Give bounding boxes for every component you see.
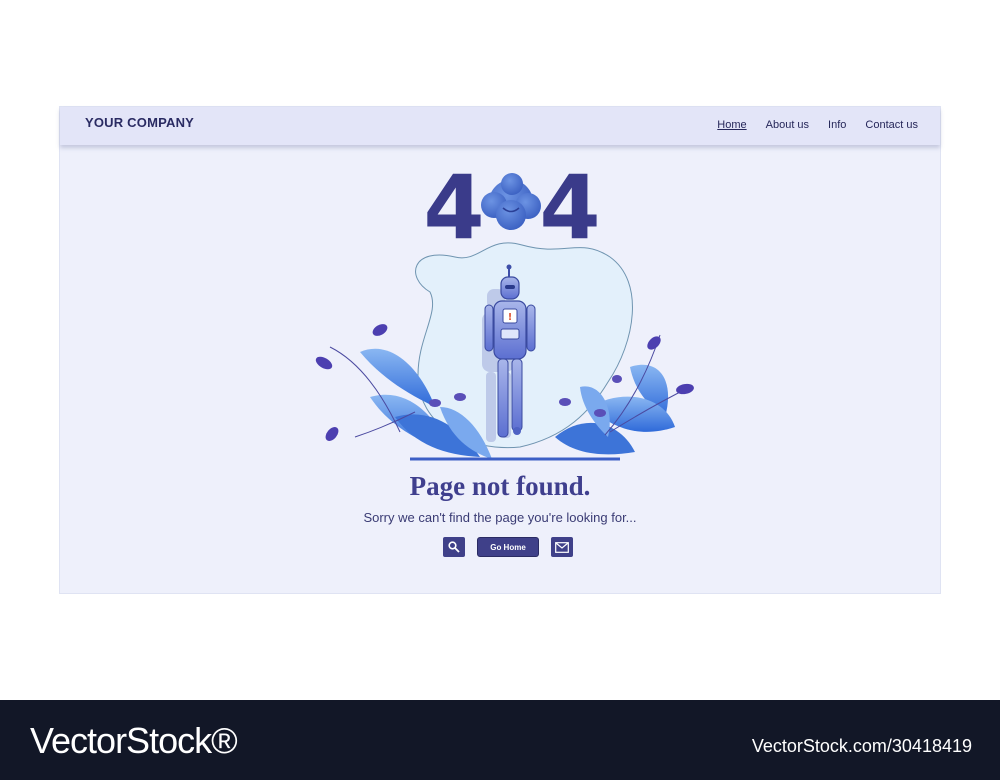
search-button[interactable] xyxy=(443,537,465,557)
page-frame: YOUR COMPANY Home About us Info Contact … xyxy=(59,106,941,594)
action-buttons: Go Home xyxy=(443,537,573,557)
mail-button[interactable] xyxy=(551,537,573,557)
error-code-left: 4 xyxy=(423,156,484,259)
cloud-zero-icon xyxy=(481,173,541,230)
watermark-logo: VectorStock® xyxy=(30,720,238,761)
error-code-right: 4 xyxy=(539,156,600,259)
go-home-button[interactable]: Go Home xyxy=(477,537,539,557)
page-title: Page not found. xyxy=(409,471,591,501)
mail-icon xyxy=(555,541,569,553)
search-icon xyxy=(448,541,460,553)
page-subtitle: Sorry we can't find the page you're look… xyxy=(363,510,637,525)
watermark-id: VectorStock.com/30418419 xyxy=(751,736,972,756)
watermark-bar: VectorStock® VectorStock.com/30418419 xyxy=(0,700,1000,780)
svg-text:!: ! xyxy=(508,312,513,323)
